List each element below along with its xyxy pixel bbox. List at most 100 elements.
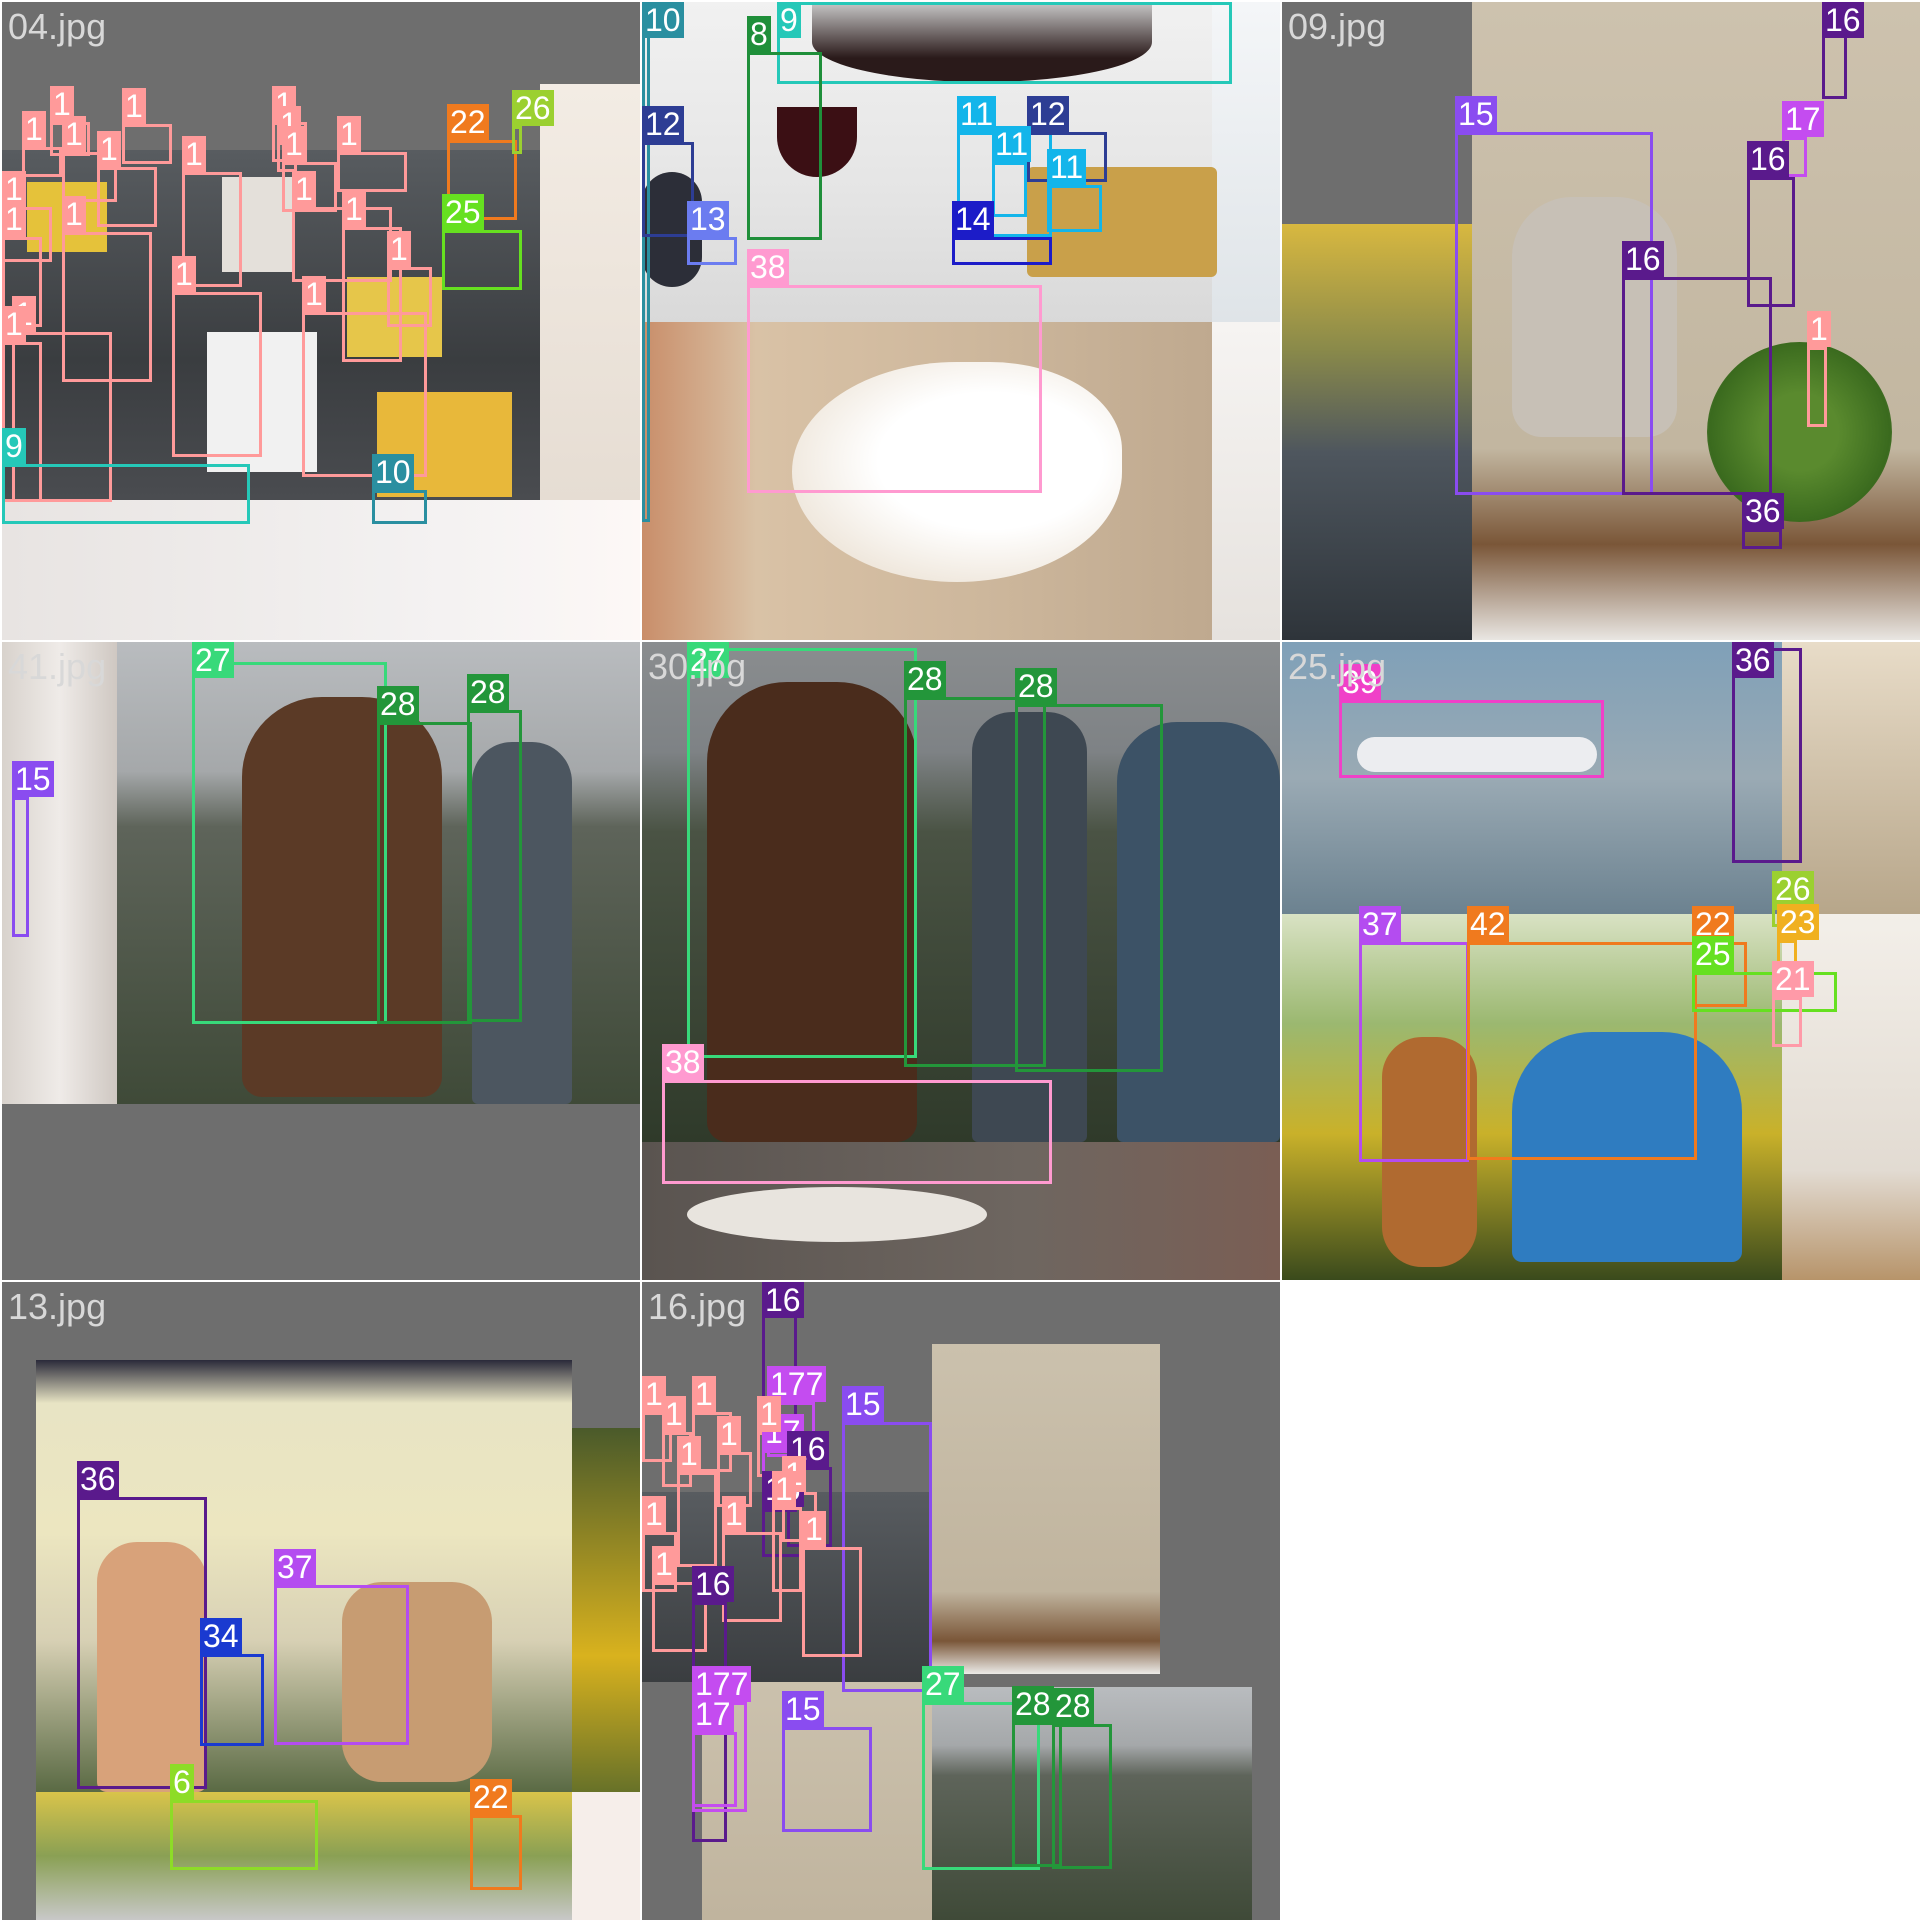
bbox-label: 1 — [2, 306, 26, 342]
tile-title: 04.jpg — [8, 6, 107, 47]
bbox-class-21 — [1772, 997, 1802, 1047]
mosaic-tile-16: 16.jpg 161771716161511111111111116177171… — [642, 1282, 1280, 1920]
bbox-class-1 — [677, 1472, 717, 1567]
bbox-class-36 — [77, 1497, 207, 1789]
room-corner — [572, 1792, 640, 1920]
bbox-label: 16 — [692, 1566, 734, 1602]
tile-title: 25.jpg — [1288, 646, 1387, 687]
bbox-label: 1 — [772, 1471, 796, 1507]
bbox-label: 28 — [1052, 1688, 1094, 1724]
bbox-label: 14 — [952, 201, 994, 237]
mosaic-tile-30: 30.jpg 27 28 28 38 — [642, 642, 1280, 1280]
bbox-label: 28 — [1015, 668, 1057, 704]
bbox-label: 34 — [200, 1618, 242, 1654]
bbox-label: 36 — [1732, 642, 1774, 678]
bbox-class-1 — [772, 1507, 802, 1592]
bbox-label: 1 — [2, 201, 26, 237]
bbox-class-17 — [692, 1732, 737, 1807]
bbox-class-6 — [170, 1800, 318, 1870]
bbox-label: 1 — [342, 191, 366, 227]
mosaic-tile-09: 09.jpg 16 15 17 16 16 1 36 — [1282, 2, 1920, 640]
bbox-label: 12 — [1027, 96, 1069, 132]
bbox-class-16 — [1622, 277, 1772, 495]
bbox-label: 36 — [77, 1461, 119, 1497]
bbox-class-27 — [192, 662, 387, 1024]
bbox-class-37 — [1359, 942, 1469, 1162]
bbox-label: 1 — [717, 1416, 741, 1452]
bbox-class-14 — [952, 237, 1052, 265]
room-photo — [540, 84, 640, 500]
mosaic-tile-wine: 10 9 8 12 13 11 12 11 11 14 38 — [642, 2, 1280, 640]
bbox-label: 1 — [62, 196, 86, 232]
bbox-label: 9 — [777, 2, 801, 38]
bbox-class-11 — [1047, 185, 1102, 232]
bbox-label: 17 — [692, 1696, 734, 1732]
bbox-label: 26 — [1772, 871, 1814, 907]
bbox-label: 1 — [387, 231, 411, 267]
bbox-class-36 — [1732, 648, 1802, 863]
bbox-label: 1 — [292, 171, 316, 207]
dove-body — [687, 1187, 987, 1242]
tile-title: 13.jpg — [8, 1286, 107, 1327]
bbox-label: 1 — [337, 116, 361, 152]
bbox-class-1 — [302, 312, 427, 477]
bbox-class-1 — [122, 124, 172, 164]
bbox-label: 15 — [12, 761, 54, 797]
mosaic-tile-41: 41.jpg 27 28 28 15 — [2, 642, 640, 1280]
bbox-label: 28 — [904, 661, 946, 697]
bbox-class-28 — [1052, 1724, 1112, 1869]
bbox-class-37 — [274, 1585, 409, 1745]
bbox-class-26 — [512, 126, 522, 154]
bbox-label: 10 — [372, 454, 414, 490]
bbox-label: 23 — [1777, 904, 1819, 940]
bbox-label: 1 — [692, 1376, 716, 1412]
bbox-class-38 — [662, 1080, 1052, 1184]
bbox-class-15 — [782, 1727, 872, 1832]
bbox-label: 42 — [1467, 906, 1509, 942]
bbox-label: 37 — [274, 1549, 316, 1585]
bbox-class-28 — [467, 710, 522, 1022]
bbox-label: 1 — [122, 88, 146, 124]
bbox-label: 10 — [642, 2, 684, 38]
bbox-label: 16 — [1822, 2, 1864, 38]
bbox-label: 9 — [2, 428, 26, 464]
bbox-class-1 — [172, 292, 262, 457]
tile-title: 30.jpg — [648, 646, 747, 687]
bbox-label: 1 — [97, 131, 121, 167]
bbox-label: 16 — [762, 1282, 804, 1318]
bbox-label: 1 — [282, 126, 306, 162]
bbox-label: 1 — [172, 256, 196, 292]
tile-title: 16.jpg — [648, 1286, 747, 1327]
bbox-class-9 — [777, 2, 1232, 84]
tile-title: 41.jpg — [8, 646, 107, 687]
bbox-label: 8 — [747, 16, 771, 52]
bbox-label: 28 — [377, 686, 419, 722]
bbox-class-25 — [1692, 972, 1837, 1012]
bbox-class-1 — [337, 152, 407, 192]
bbox-class-10 — [642, 2, 650, 522]
bbox-class-10 — [372, 490, 427, 524]
bbox-label: 22 — [447, 104, 489, 140]
bbox-class-13 — [687, 237, 737, 265]
bbox-label: 15 — [842, 1386, 884, 1422]
bbox-class-25 — [442, 230, 522, 290]
bbox-class-38 — [747, 285, 1042, 493]
bbox-label: 11 — [1047, 149, 1087, 185]
bbox-class-36 — [1742, 529, 1782, 549]
bbox-label: 1 — [642, 1496, 666, 1532]
tile-title: 09.jpg — [1288, 6, 1387, 47]
bbox-class-28 — [377, 722, 472, 1024]
bbox-label: 1 — [802, 1511, 826, 1547]
bbox-label: 25 — [442, 194, 484, 230]
bbox-label: 28 — [467, 674, 509, 710]
bbox-class-34 — [200, 1654, 264, 1746]
bbox-label: 1 — [62, 116, 86, 152]
bbox-label: 13 — [687, 201, 729, 237]
bbox-label: 6 — [170, 1764, 194, 1800]
bbox-class-15 — [12, 797, 29, 937]
bbox-class-39 — [1339, 700, 1604, 778]
bbox-label: 16 — [1622, 241, 1664, 277]
bbox-class-42 — [1467, 942, 1697, 1160]
bbox-class-9 — [2, 464, 250, 524]
bbox-label: 15 — [1455, 96, 1497, 132]
